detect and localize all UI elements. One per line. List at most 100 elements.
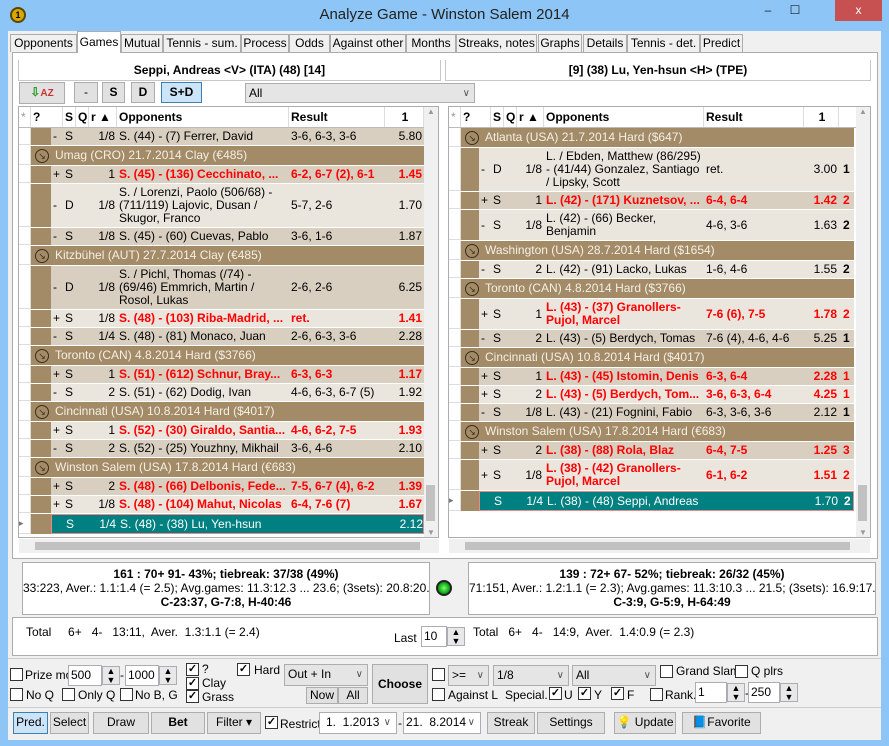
match-row[interactable]: + S 2 L. (43) - (5) Berdych, Tom... 3-6, 6-3… bbox=[449, 386, 854, 404]
pred-button[interactable]: Pred. bbox=[13, 712, 48, 734]
tab-mutual[interactable]: Mutual bbox=[121, 34, 163, 52]
tournament-group-row[interactable]: ↘ Kitzbühel (AUT) 27.7.2014 Clay (€485) bbox=[19, 246, 424, 266]
rank-checkbox[interactable] bbox=[650, 688, 663, 701]
collapse-group-icon[interactable]: ↘ bbox=[465, 424, 479, 439]
right-horizontal-scrollbar[interactable] bbox=[449, 539, 870, 553]
match-row[interactable]: ▸ S 1/4 L. (38) - (48) Seppi, Andreas 1.70 2 bbox=[449, 491, 854, 512]
update-button[interactable]: 💡 Update bbox=[614, 712, 676, 734]
collapse-group-icon[interactable]: ↘ bbox=[465, 350, 479, 365]
tab-graphs[interactable]: Graphs bbox=[538, 34, 582, 52]
tab-tennis-det[interactable]: Tennis - det. bbox=[627, 34, 700, 52]
settings-button[interactable]: Settings bbox=[537, 712, 605, 734]
left-horizontal-scrollbar[interactable] bbox=[19, 539, 439, 553]
tournament-group-row[interactable]: ↘ Washington (USA) 28.7.2014 Hard ($1654) bbox=[449, 241, 854, 261]
vertical-scrollbar[interactable]: ▲ ▼ bbox=[424, 107, 438, 537]
column-header-r[interactable]: r ▲ bbox=[517, 107, 544, 127]
rank-from-input[interactable]: 1 bbox=[695, 682, 727, 703]
tournament-group-row[interactable]: ↘ Cincinnati (USA) 10.8.2014 Hard ($4017) bbox=[449, 348, 854, 368]
column-header-qq[interactable]: Q bbox=[504, 107, 517, 127]
match-row[interactable]: - S 2 S. (52) - (25) Youzhny, Mikhail 3-6, 4… bbox=[19, 440, 424, 458]
out-in-dropdown[interactable]: Out + In ∨ bbox=[284, 664, 368, 686]
doubles-button[interactable]: D bbox=[131, 82, 155, 103]
unknown-surface-checkbox[interactable]: ✓ bbox=[186, 663, 199, 676]
column-header-qq[interactable]: Q bbox=[76, 107, 89, 127]
column-header-q[interactable]: ? bbox=[461, 107, 491, 127]
tab-predict[interactable]: Predict bbox=[700, 34, 743, 52]
tournament-group-row[interactable]: ↘ Atlanta (USA) 21.7.2014 Hard ($647) bbox=[449, 128, 854, 148]
match-row[interactable]: + S 1 L. (43) - (45) Istomin, Denis 6-3, 6-4… bbox=[449, 368, 854, 386]
scroll-down-icon[interactable]: ▼ bbox=[856, 528, 870, 537]
select-button[interactable]: Select bbox=[50, 712, 89, 734]
tab-months[interactable]: Months bbox=[406, 34, 456, 52]
grass-checkbox[interactable]: ✓ bbox=[186, 690, 199, 703]
restrict-checkbox[interactable]: ✓ bbox=[265, 716, 278, 729]
tournament-group-row[interactable]: ↘ Winston Salem (USA) 17.8.2014 Hard (€68… bbox=[449, 422, 854, 442]
match-row[interactable]: - S 1/4 S. (48) - (81) Monaco, Juan 2-6, 6-3… bbox=[19, 328, 424, 346]
scrollbar-thumb[interactable] bbox=[858, 485, 867, 521]
collapse-group-icon[interactable]: ↘ bbox=[35, 404, 49, 419]
tab-process[interactable]: Process bbox=[241, 34, 289, 52]
tournament-group-row[interactable]: ↘ Toronto (CAN) 4.8.2014 Hard ($3766) bbox=[449, 279, 854, 299]
f-checkbox[interactable]: ✓ bbox=[611, 687, 624, 700]
tournament-group-row[interactable]: ↘ Umag (CRO) 21.7.2014 Clay (€485) bbox=[19, 146, 424, 166]
collapse-group-icon[interactable]: ↘ bbox=[465, 281, 479, 296]
match-row[interactable]: + S 1/8 L. (38) - (42) Granollers-Pujol, Ma… bbox=[449, 460, 854, 491]
date-from-picker[interactable]: 1. 1.2013 ∨ bbox=[319, 712, 397, 734]
column-header-star[interactable]: * bbox=[19, 107, 31, 127]
singles-button[interactable]: S bbox=[102, 82, 125, 103]
choose-button[interactable]: Choose bbox=[372, 664, 428, 704]
minus-button[interactable]: - bbox=[74, 82, 98, 103]
collapse-group-icon[interactable]: ↘ bbox=[35, 248, 49, 263]
collapse-group-icon[interactable]: ↘ bbox=[35, 148, 49, 163]
scroll-up-icon[interactable]: ▲ bbox=[856, 107, 870, 116]
column-header-s[interactable]: S bbox=[63, 107, 76, 127]
column-header-res[interactable]: Result bbox=[704, 107, 804, 127]
tab-tennis-sum[interactable]: Tennis - sum. bbox=[163, 34, 241, 52]
match-row[interactable]: - D 1/8 S. / Lorenzi, Paolo (506/68) - (711… bbox=[19, 184, 424, 228]
collapse-group-icon[interactable]: ↘ bbox=[35, 348, 49, 363]
vertical-scrollbar[interactable]: ▲ ▼ bbox=[856, 107, 870, 537]
against-l-checkbox[interactable] bbox=[432, 688, 445, 701]
filter-menu-button[interactable]: Filter ▾ bbox=[207, 712, 261, 734]
close-button[interactable]: x bbox=[835, 0, 882, 21]
match-row[interactable]: - D 1/8 L. / Ebden, Matthew (86/295) - (41/… bbox=[449, 148, 854, 192]
column-header-star[interactable]: * bbox=[449, 107, 461, 127]
rank-to-input[interactable]: 250 bbox=[748, 682, 780, 703]
round-dropdown[interactable]: 1/8 ∨ bbox=[493, 665, 569, 686]
match-row[interactable]: ▸ S 1/4 S. (48) - (38) Lu, Yen-hsun 2.12 bbox=[19, 514, 424, 535]
column-header-odds[interactable]: 1 bbox=[804, 107, 839, 127]
sort-az-icon[interactable]: ⇩AZ bbox=[19, 82, 65, 104]
match-filter-dropdown[interactable]: All ∨ bbox=[245, 83, 475, 103]
prize-from-input[interactable]: 500 bbox=[68, 665, 102, 686]
match-row[interactable]: - S 1/8 S. (44) - (7) Ferrer, David 3-6, 6-3… bbox=[19, 128, 424, 146]
scroll-down-icon[interactable]: ▼ bbox=[424, 528, 438, 537]
column-header-s[interactable]: S bbox=[491, 107, 504, 127]
scroll-up-icon[interactable]: ▲ bbox=[424, 107, 438, 116]
date-to-picker[interactable]: 21. 8.2014 ∨ bbox=[403, 712, 481, 734]
prize-from-spinner[interactable]: ▲ ▼ bbox=[102, 666, 120, 685]
match-row[interactable]: - S 1/8 L. (42) - (66) Becker, Benjamin 4-6,… bbox=[449, 210, 854, 241]
collapse-group-icon[interactable]: ↘ bbox=[465, 243, 479, 258]
hard-checkbox[interactable]: ✓ bbox=[237, 663, 250, 676]
tab-streaks-notes[interactable]: Streaks, notes bbox=[456, 34, 537, 52]
bet-button[interactable]: Bet bbox=[151, 712, 205, 734]
prize-to-input[interactable]: 1000 bbox=[125, 665, 159, 686]
match-row[interactable]: - S 1/8 L. (43) - (21) Fognini, Fabio 6-3, 3… bbox=[449, 404, 854, 422]
singles-doubles-button[interactable]: S+D bbox=[161, 82, 202, 103]
rank-from-spinner[interactable]: ▲ ▼ bbox=[727, 683, 745, 702]
match-row[interactable]: - D 1/8 S. / Pichl, Thomas (/74) - (69/46) … bbox=[19, 266, 424, 310]
grand-slam-checkbox[interactable] bbox=[660, 665, 673, 678]
tab-details[interactable]: Details bbox=[583, 34, 627, 52]
clay-checkbox[interactable]: ✓ bbox=[186, 677, 199, 690]
tournament-group-row[interactable]: ↘ Toronto (CAN) 4.8.2014 Hard ($3766) bbox=[19, 346, 424, 366]
column-header-odds[interactable]: 1 bbox=[385, 107, 424, 127]
match-row[interactable]: + S 1 S. (52) - (30) Giraldo, Santia... 4-6,… bbox=[19, 422, 424, 440]
rank-to-spinner[interactable]: ▲ ▼ bbox=[780, 683, 798, 702]
last-count-spinner[interactable]: ▲ ▼ bbox=[447, 627, 465, 646]
match-row[interactable]: + S 1 S. (51) - (612) Schnur, Bray... 6-3, 6… bbox=[19, 366, 424, 384]
scrollbar-thumb[interactable] bbox=[426, 485, 435, 521]
now-button[interactable]: Now bbox=[306, 687, 338, 704]
column-header-res[interactable]: Result bbox=[289, 107, 385, 127]
column-header-r[interactable]: r ▲ bbox=[89, 107, 117, 127]
tournament-group-row[interactable]: ↘ Winston Salem (USA) 17.8.2014 Hard (€68… bbox=[19, 458, 424, 478]
